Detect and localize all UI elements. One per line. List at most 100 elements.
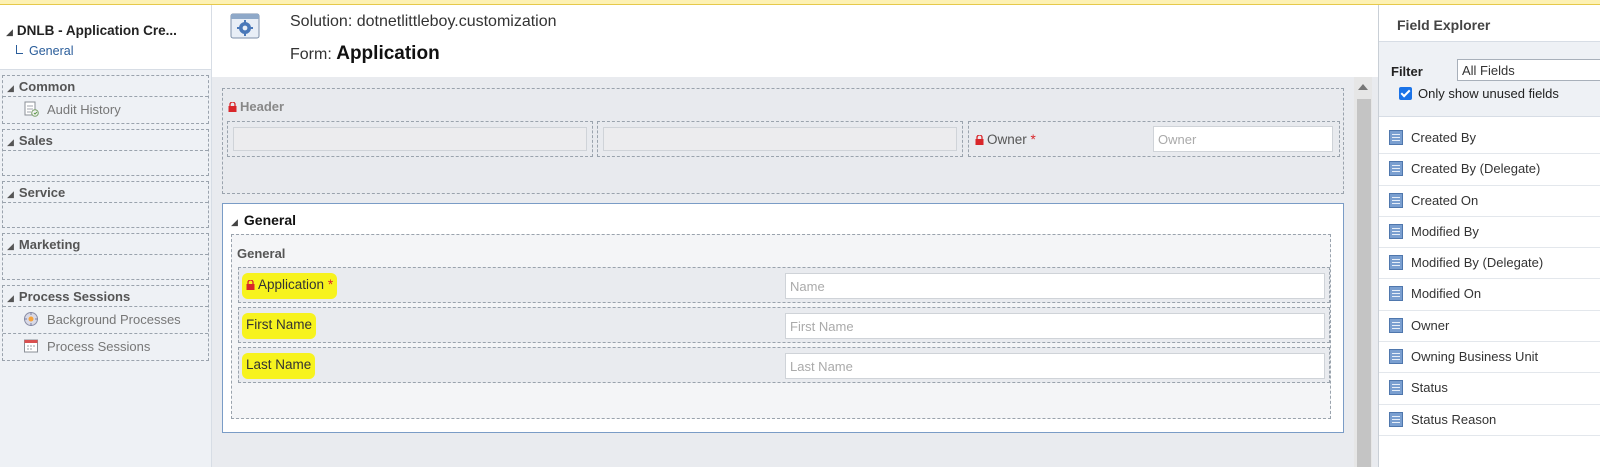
field-icon <box>1389 192 1403 208</box>
form-prefix: Form: <box>290 46 332 63</box>
header-cell-1[interactable] <box>227 121 593 157</box>
nav-section-sales[interactable]: ◢ Sales <box>2 129 209 176</box>
nav-empty-slot <box>3 202 208 227</box>
general-section[interactable]: General Application * Name First Name Fi… <box>231 234 1331 419</box>
field-item-label: Owning Business Unit <box>1411 349 1539 365</box>
nav-item-label: Background Processes <box>47 312 181 327</box>
nav-section-title: Marketing <box>18 237 81 252</box>
nav-section-header: ◢ Service <box>3 182 208 202</box>
first-name-field[interactable]: First Name <box>785 313 1325 339</box>
form-name-line: Form: Application <box>290 43 440 65</box>
field-item-label: Status <box>1411 380 1448 396</box>
background-processes-icon <box>24 312 38 326</box>
field-icon <box>1389 317 1403 333</box>
nav-section-title: Sales <box>18 133 53 148</box>
field-item-label: Modified On <box>1411 286 1482 302</box>
lock-icon <box>228 102 237 112</box>
nav-section-title: Process Sessions <box>18 289 131 304</box>
only-unused-label: Only show unused fields <box>1418 86 1559 101</box>
field-item-label: Owner <box>1411 317 1450 333</box>
field-icon <box>1389 286 1403 302</box>
field-list-item[interactable]: Status <box>1379 373 1600 405</box>
nav-section-common[interactable]: ◢ Common Audit History <box>2 75 209 124</box>
field-list-item[interactable]: Modified By <box>1379 217 1600 249</box>
collapse-triangle-icon: ◢ <box>7 293 14 303</box>
field-explorer-filter: Filter All Fields Only show unused field… <box>1379 42 1600 117</box>
entity-title-text: DNLB - Application Cre... <box>16 23 177 38</box>
form-name: Application <box>336 43 440 64</box>
field-list-item[interactable]: Owning Business Unit <box>1379 342 1600 374</box>
field-item-label: Created On <box>1411 192 1479 208</box>
section-title: General <box>237 246 286 261</box>
collapse-triangle-icon: ◢ <box>7 189 14 199</box>
collapse-triangle-icon: ◢ <box>6 27 13 37</box>
filter-select[interactable]: All Fields <box>1457 59 1600 81</box>
field-list-item[interactable]: Created On <box>1379 186 1600 217</box>
nav-section-header: ◢ Process Sessions <box>3 286 208 306</box>
solution-label: Solution: dotnetlittleboy.customization <box>290 13 557 30</box>
field-row-first-name[interactable]: First Name First Name <box>238 307 1330 343</box>
field-icon <box>1389 255 1403 271</box>
field-row-application[interactable]: Application * Name <box>238 267 1330 303</box>
canvas-scrollbar[interactable] <box>1354 77 1372 467</box>
header-cell-2[interactable] <box>597 121 963 157</box>
required-asterisk: * <box>1030 132 1036 147</box>
owner-field[interactable]: Owner <box>1153 126 1333 152</box>
scroll-up-arrow-icon[interactable] <box>1358 84 1368 90</box>
field-list-item[interactable]: Status Reason <box>1379 405 1600 436</box>
header-section-title: Header <box>228 99 284 114</box>
field-item-label: Created By (Delegate) <box>1411 161 1541 177</box>
field-list-item[interactable]: Modified By (Delegate) <box>1379 248 1600 280</box>
empty-field-slot <box>603 127 957 151</box>
field-label-text: Last Name <box>246 357 312 372</box>
owner-label-text: Owner <box>987 132 1027 147</box>
nav-general-label: General <box>29 44 74 58</box>
form-canvas: Header Owner * Owner ◢ General General Ap… <box>212 77 1378 467</box>
audit-history-icon <box>24 101 39 117</box>
only-unused-checkbox-row[interactable]: Only show unused fields <box>1399 86 1559 101</box>
field-item-label: Modified By (Delegate) <box>1411 255 1544 271</box>
empty-field-slot <box>233 127 587 151</box>
field-item-label: Status Reason <box>1411 411 1497 427</box>
field-list: Created By Created By (Delegate) Created… <box>1379 117 1600 436</box>
field-icon <box>1389 380 1403 396</box>
nav-section-marketing[interactable]: ◢ Marketing <box>2 233 209 280</box>
nav-item-process-sessions[interactable]: Process Sessions <box>3 333 208 360</box>
field-list-item[interactable]: Created By <box>1379 123 1600 155</box>
nav-general-link[interactable]: General <box>16 44 211 58</box>
field-row-last-name[interactable]: Last Name Last Name <box>238 347 1330 383</box>
owner-label: Owner * <box>975 132 1036 147</box>
field-label: Application * <box>242 273 338 299</box>
scrollbar-thumb[interactable] <box>1357 99 1371 467</box>
entity-title[interactable]: ◢ DNLB - Application Cre... <box>6 23 211 38</box>
checkbox-checked-icon[interactable] <box>1399 87 1412 100</box>
field-icon <box>1389 411 1403 427</box>
nav-item-background-processes[interactable]: Background Processes <box>3 306 208 333</box>
nav-section-title: Service <box>18 185 66 200</box>
field-item-label: Modified By <box>1411 223 1479 239</box>
filter-label: Filter <box>1391 64 1423 79</box>
field-list-item[interactable]: Created By (Delegate) <box>1379 154 1600 186</box>
nav-section-process-sessions[interactable]: ◢ Process Sessions Background Processes P… <box>2 285 209 361</box>
header-cell-owner[interactable]: Owner * Owner <box>968 121 1340 157</box>
field-label-text: Application <box>258 277 325 292</box>
last-name-field[interactable]: Last Name <box>785 353 1325 379</box>
form-navigation-pane: ◢ DNLB - Application Cre... General ◢ Comm… <box>0 5 212 467</box>
form-header-section[interactable]: Header Owner * Owner <box>222 88 1344 194</box>
general-tab[interactable]: ◢ General General Application * Name Firs… <box>222 203 1344 433</box>
nav-item-label: Process Sessions <box>47 339 151 354</box>
nav-section-header: ◢ Sales <box>3 130 208 150</box>
field-list-item[interactable]: Modified On <box>1379 279 1600 311</box>
application-name-field[interactable]: Name <box>785 273 1325 299</box>
nav-section-service[interactable]: ◢ Service <box>2 181 209 228</box>
tree-corner-icon <box>16 45 23 54</box>
field-explorer-pane: Field Explorer Filter All Fields Only sh… <box>1378 5 1600 467</box>
nav-empty-slot <box>3 254 208 279</box>
required-asterisk: * <box>327 277 334 292</box>
field-label-text: First Name <box>246 317 313 332</box>
lock-icon <box>975 135 984 145</box>
collapse-triangle-icon: ◢ <box>7 241 14 251</box>
nav-section-header: ◢ Common <box>3 76 208 96</box>
field-list-item[interactable]: Owner <box>1379 311 1600 343</box>
nav-item-audit-history[interactable]: Audit History <box>3 96 208 123</box>
